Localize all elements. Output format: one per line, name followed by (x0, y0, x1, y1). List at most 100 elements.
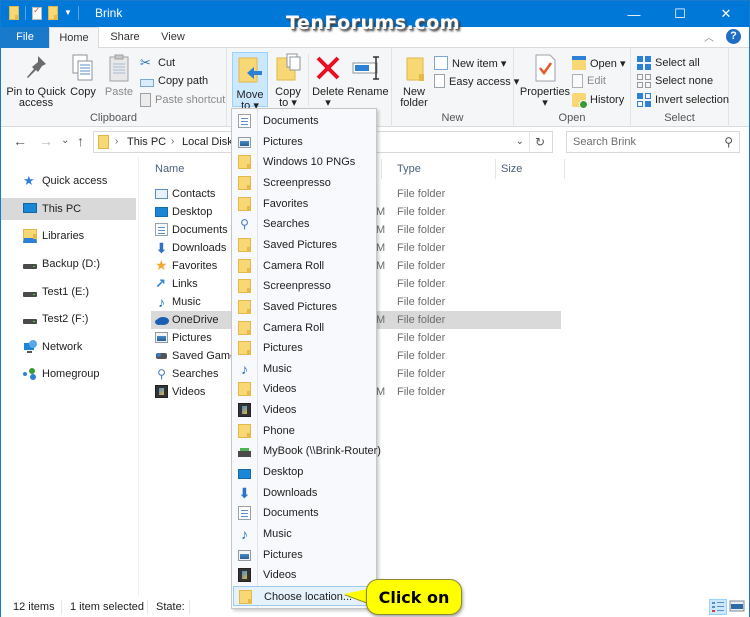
menu-item[interactable]: Videos (233, 379, 375, 399)
documents-icon (238, 506, 251, 521)
pane-divider[interactable] (138, 157, 139, 597)
menu-item[interactable]: Camera Roll (233, 318, 375, 338)
nav-item-network[interactable]: Network (1, 336, 136, 358)
network-icon (23, 340, 37, 354)
search-box[interactable]: Search Brink ⚲ (566, 131, 740, 153)
up-button[interactable]: ↑ (77, 133, 84, 149)
easy-access-button[interactable]: Easy access ▾ (434, 72, 519, 90)
invert-selection-button[interactable]: Invert selection (637, 91, 729, 109)
nav-item-this-pc[interactable]: This PC (1, 198, 136, 220)
nav-item-test1-e[interactable]: Test1 (E:) (1, 281, 136, 303)
nav-item-libraries[interactable]: Libraries (1, 225, 136, 247)
menu-item-label: Saved Pictures (263, 300, 337, 313)
tab-home[interactable]: Home (49, 27, 99, 49)
collapse-ribbon-icon[interactable]: ︿ (704, 29, 714, 44)
menu-item[interactable]: Screenpresso (233, 276, 375, 296)
menu-item[interactable]: ⬇ Downloads (233, 483, 375, 503)
menu-item[interactable]: ⚲ Searches (233, 214, 375, 234)
history-icon (572, 93, 588, 109)
menu-item[interactable]: Desktop (233, 462, 375, 482)
rename-button[interactable]: Rename (347, 52, 389, 98)
copy-to-button[interactable]: Copy to ▾ (271, 52, 305, 109)
details-view-button[interactable] (709, 599, 727, 615)
chevron-right-icon[interactable]: › (171, 136, 174, 147)
open-button[interactable]: Open ▾ (572, 54, 626, 72)
search-icon[interactable]: ⚲ (724, 135, 733, 149)
copy-button[interactable]: Copy (67, 52, 99, 98)
menu-item[interactable]: Favorites (233, 194, 375, 214)
new-item-button[interactable]: New item ▾ (434, 54, 506, 72)
nav-item-backup-d[interactable]: Backup (D:) (1, 253, 136, 275)
maximize-button[interactable]: ☐ (657, 1, 703, 27)
column-divider[interactable] (495, 159, 496, 179)
minimize-button[interactable]: — (611, 1, 657, 27)
search-input[interactable]: Search Brink (573, 136, 636, 148)
menu-item[interactable]: Saved Pictures (233, 235, 375, 255)
delete-button[interactable]: Delete ▾ (311, 52, 345, 109)
saved-games-icon (155, 349, 168, 362)
back-button[interactable]: ← (13, 133, 27, 149)
address-dropdown-icon[interactable]: ⌄ (516, 136, 524, 147)
menu-item[interactable]: Videos (233, 565, 375, 585)
tab-share[interactable]: Share (101, 27, 149, 48)
computer-icon (23, 203, 37, 213)
history-button[interactable]: History (572, 91, 624, 109)
customize-toolbar-icon[interactable]: ▼ (64, 9, 72, 17)
refresh-icon[interactable]: ↻ (535, 135, 545, 149)
menu-item[interactable]: Camera Roll (233, 256, 375, 276)
menu-item[interactable]: Pictures (233, 132, 375, 152)
column-divider[interactable] (381, 159, 382, 179)
help-icon[interactable]: ? (726, 29, 741, 44)
new-folder-button[interactable]: New folder (396, 52, 432, 109)
menu-item[interactable]: Documents (233, 111, 375, 131)
paste-button[interactable]: Paste (102, 52, 136, 98)
breadcrumb-this-pc[interactable]: This PC (127, 136, 166, 148)
column-divider[interactable] (564, 159, 565, 179)
search-icon: ⚲ (240, 217, 249, 232)
column-header-size[interactable]: Size (501, 161, 522, 181)
nav-item-homegroup[interactable]: Homegroup (1, 363, 136, 385)
select-none-button[interactable]: Select none (637, 72, 713, 90)
chevron-right-icon[interactable]: › (115, 136, 118, 147)
properties-button[interactable]: Properties ▾ (518, 52, 572, 109)
menu-item[interactable]: Videos (233, 400, 375, 420)
new-folder-icon[interactable] (48, 6, 58, 20)
clipboard-group: Pin to Quick access Copy Paste ✂ Cut Cop… (1, 48, 227, 127)
move-to-button[interactable]: Move to ▾ (232, 52, 268, 112)
menu-item[interactable]: Windows 10 PNGs (233, 152, 375, 172)
nav-item-quick-access[interactable]: ★ Quick access (1, 170, 136, 192)
properties-icon[interactable] (32, 5, 42, 20)
tab-view[interactable]: View (149, 27, 197, 48)
pin-to-quick-access-button[interactable]: Pin to Quick access (5, 52, 67, 109)
menu-item[interactable]: ♪ Music (233, 359, 375, 379)
menu-item[interactable]: Saved Pictures (233, 297, 375, 317)
properties-icon (529, 52, 561, 84)
menu-item[interactable]: MyBook (\\Brink-Router) (233, 441, 381, 461)
close-button[interactable]: ✕ (703, 1, 749, 27)
nav-item-test2-f[interactable]: Test2 (F:) (1, 308, 136, 330)
menu-item[interactable]: Screenpresso (233, 173, 375, 193)
large-icons-view-button[interactable] (729, 599, 747, 615)
select-all-button[interactable]: Select all (637, 54, 700, 72)
recent-locations-button[interactable]: ⌄ (61, 135, 69, 146)
forward-button[interactable]: → (39, 133, 53, 149)
column-header-name[interactable]: Name (155, 161, 184, 181)
edit-button[interactable]: Edit (572, 72, 606, 90)
tab-file[interactable]: File (1, 27, 49, 48)
cut-button[interactable]: ✂ Cut (140, 54, 175, 72)
menu-item[interactable]: Pictures (233, 338, 375, 358)
searches-icon: ⚲ (157, 367, 166, 381)
menu-item[interactable]: ♪ Music (233, 524, 375, 544)
navigation-pane: ★ Quick access This PC Libraries Backup … (1, 157, 137, 597)
desktop-icon (155, 207, 168, 217)
menu-item[interactable]: Phone (233, 421, 375, 441)
separator (189, 600, 190, 614)
videos-icon (155, 385, 168, 398)
drive-icon (23, 319, 37, 324)
menu-item[interactable]: Pictures (233, 545, 375, 565)
copy-path-button[interactable]: Copy path (140, 72, 208, 90)
column-header-type[interactable]: Type (397, 161, 421, 181)
paste-shortcut-button[interactable]: Paste shortcut (140, 91, 225, 109)
menu-item[interactable]: Documents (233, 503, 375, 523)
callout-annotation: Click on (366, 579, 462, 615)
